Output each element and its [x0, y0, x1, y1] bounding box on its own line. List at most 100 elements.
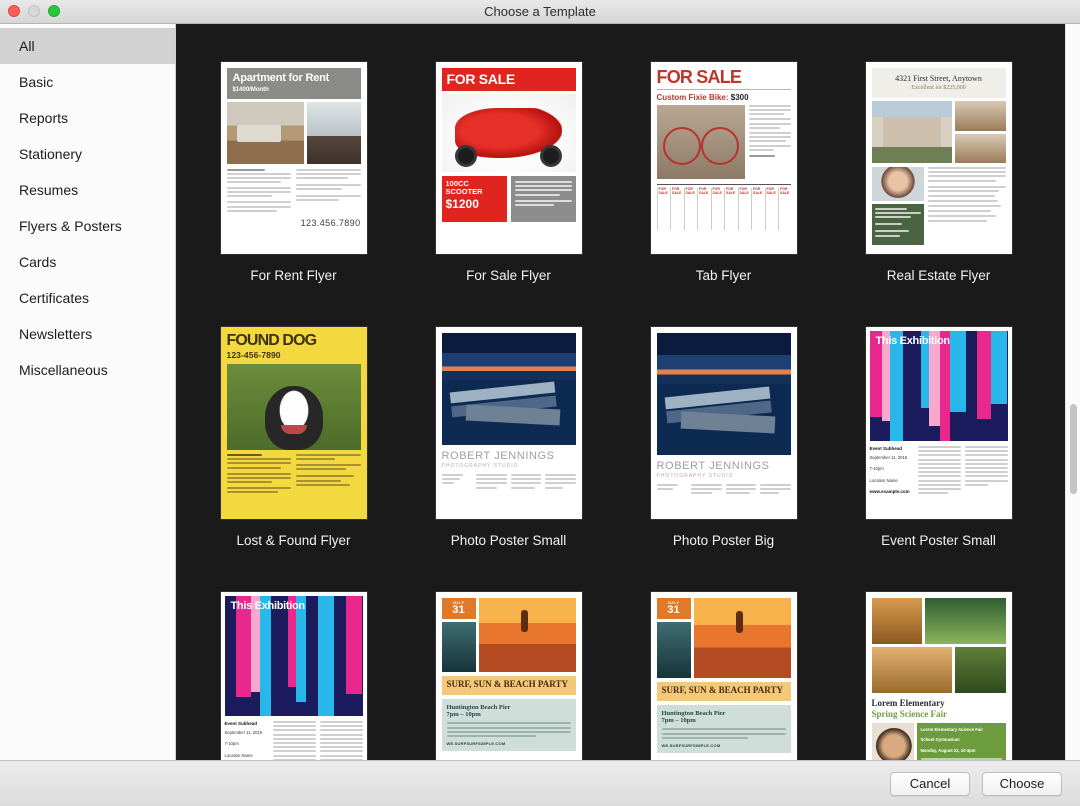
- sidebar-item-certificates[interactable]: Certificates: [0, 280, 175, 316]
- event-date-badge: JULY 31: [442, 598, 476, 619]
- divider: [657, 89, 791, 90]
- template-thumbnail[interactable]: FOR SALE Custom Fixie Bike: $300: [651, 62, 797, 254]
- event-section-label: Event Subhead: [870, 446, 914, 451]
- sidebar-item-miscellaneous[interactable]: Miscellaneous: [0, 352, 175, 388]
- choose-button[interactable]: Choose: [982, 772, 1062, 796]
- poster-price: $300: [731, 93, 749, 102]
- event-time: 7pm – 10pm: [447, 711, 571, 718]
- interior-photo-2: [955, 134, 1005, 164]
- template-thumbnail[interactable]: This Exhibition Event Subhead September …: [221, 592, 367, 760]
- poster-body: [657, 484, 791, 497]
- template-label: For Sale Flyer: [466, 268, 551, 283]
- template-card-tab-flyer[interactable]: FOR SALE Custom Fixie Bike: $300: [616, 62, 831, 283]
- agent-photo: [872, 167, 924, 201]
- template-thumbnail[interactable]: JULY 31 SURF, SUN & BEACH PARTY: [436, 592, 582, 760]
- poster-heading: FOR SALE: [442, 68, 576, 91]
- cancel-button[interactable]: Cancel: [890, 772, 970, 796]
- sidebar-item-stationery[interactable]: Stationery: [0, 136, 175, 172]
- poster-body-left: [227, 169, 292, 215]
- template-label: Lost & Found Flyer: [236, 533, 350, 548]
- sidebar-item-label: Flyers & Posters: [19, 218, 122, 234]
- agent-contact-box: [872, 204, 924, 245]
- template-card-party-poster-small[interactable]: JULY 31 SURF, SUN & BEACH PARTY: [401, 592, 616, 760]
- poster-price-box: 100CC SCOOTER $1200: [442, 176, 507, 222]
- template-card-party-poster-big[interactable]: JULY 31 SURF, SUN & BEACH PARTY: [616, 592, 831, 760]
- poster-heading: SURF, SUN & BEACH PARTY: [447, 680, 571, 690]
- sidebar-item-flyers-posters[interactable]: Flyers & Posters: [0, 208, 175, 244]
- template-card-photo-poster-big[interactable]: ROBERT JENNINGS PHOTOGRAPHY STUDIO Photo…: [616, 327, 831, 548]
- poster-heading: FOUND DOG: [227, 333, 361, 349]
- window-body: All Basic Reports Stationery Resumes Fly…: [0, 24, 1080, 760]
- sidebar-item-label: Certificates: [19, 290, 89, 306]
- poster-info-box: Huntington Beach Pier 7pm – 10pm WE.SURF…: [442, 699, 576, 752]
- event-date-badge: JULY 31: [657, 598, 691, 619]
- poster-heading: FOR SALE: [657, 68, 791, 86]
- template-card-for-rent-flyer[interactable]: Apartment for Rent $1400/Month: [186, 62, 401, 283]
- poster-heading: ROBERT JENNINGS: [442, 450, 576, 462]
- event-venue: Huntington Beach Pier: [662, 710, 786, 717]
- event-time: 7-10pm: [870, 466, 914, 472]
- scooter-photo: [442, 94, 576, 172]
- template-grid: Apartment for Rent $1400/Month: [176, 24, 1080, 760]
- template-card-photo-poster-small[interactable]: ROBERT JENNINGS PHOTOGRAPHY STUDIO Photo…: [401, 327, 616, 548]
- science-photo-4: [955, 647, 1005, 693]
- poster-subheading: Spring Science Fair: [872, 709, 1006, 719]
- template-thumbnail[interactable]: Lorem Elementary Spring Science Fair Lor…: [866, 592, 1012, 760]
- sidebar-item-resumes[interactable]: Resumes: [0, 172, 175, 208]
- template-card-real-estate-flyer[interactable]: 4321 First Street, Anytown Excellent lot…: [831, 62, 1046, 283]
- poster-heading: SURF, SUN & BEACH PARTY: [662, 686, 786, 696]
- event-url: WE.SURFSURFSIMPLE.COM: [662, 743, 786, 748]
- template-card-lost-found-flyer[interactable]: FOUND DOG 123-456-7890: [186, 327, 401, 548]
- template-thumbnail[interactable]: FOR SALE 100CC SCOOTER $1200: [436, 62, 582, 254]
- poster-body-left: [227, 454, 292, 495]
- template-thumbnail[interactable]: Apartment for Rent $1400/Month: [221, 62, 367, 254]
- poster-body: [442, 474, 576, 491]
- science-photo-3: [872, 647, 953, 693]
- template-thumbnail[interactable]: ROBERT JENNINGS PHOTOGRAPHY STUDIO: [436, 327, 582, 519]
- event-day: 31: [657, 605, 691, 616]
- dialog-footer: Cancel Choose: [0, 760, 1080, 806]
- poster-photos: [872, 101, 1006, 163]
- sidebar-item-cards[interactable]: Cards: [0, 244, 175, 280]
- template-card-for-sale-flyer[interactable]: FOR SALE 100CC SCOOTER $1200: [401, 62, 616, 283]
- dog-shape: [265, 386, 323, 450]
- sidebar-item-reports[interactable]: Reports: [0, 100, 175, 136]
- poster-body: [918, 446, 1008, 498]
- template-card-event-poster-big[interactable]: This Exhibition Event Subhead September …: [186, 592, 401, 760]
- template-card-event-poster-small[interactable]: This Exhibition Event Subhead September …: [831, 327, 1046, 548]
- poster-phone: 123.456.7890: [227, 218, 361, 228]
- poster-body: [749, 105, 791, 179]
- sidebar-item-label: Miscellaneous: [19, 362, 108, 378]
- pull-tabs-strip: FORSALEFORSALE FORSALEFORSALE FORSALEFOR…: [657, 184, 791, 230]
- pier-photo: [657, 333, 791, 455]
- sidebar-item-label: All: [19, 38, 35, 54]
- interior-photo-1: [955, 101, 1005, 131]
- event-date: September 11, 2015: [870, 455, 914, 461]
- poster-phone: 123-456-7890: [227, 350, 361, 360]
- scooter-wheel-front: [455, 145, 477, 167]
- poster-info-box: Huntington Beach Pier 7pm – 10pm WE.SURF…: [657, 705, 791, 753]
- gallery-scrollbar[interactable]: [1065, 24, 1080, 760]
- template-thumbnail[interactable]: FOUND DOG 123-456-7890: [221, 327, 367, 519]
- event-url: www.example.com: [870, 489, 914, 494]
- template-thumbnail[interactable]: ROBERT JENNINGS PHOTOGRAPHY STUDIO: [651, 327, 797, 519]
- template-thumbnail[interactable]: JULY 31 SURF, SUN & BEACH PARTY: [651, 592, 797, 760]
- living-room-photo: [227, 102, 305, 164]
- sidebar-item-newsletters[interactable]: Newsletters: [0, 316, 175, 352]
- template-card-school-poster-small[interactable]: Lorem Elementary Spring Science Fair Lor…: [831, 592, 1046, 760]
- poster-heading: ROBERT JENNINGS: [657, 460, 791, 472]
- science-photo-1: [872, 598, 922, 644]
- template-thumbnail[interactable]: This Exhibition Event Subhead September …: [866, 327, 1012, 519]
- surfer-photo-small: [657, 622, 691, 678]
- sidebar-item-basic[interactable]: Basic: [0, 64, 175, 100]
- event-location: Location Name: [225, 753, 269, 759]
- template-thumbnail[interactable]: 4321 First Street, Anytown Excellent lot…: [866, 62, 1012, 254]
- scrollbar-thumb[interactable]: [1070, 404, 1077, 494]
- poster-description: [511, 176, 576, 222]
- poster-body-right: [296, 454, 361, 495]
- template-gallery[interactable]: Apartment for Rent $1400/Month: [176, 24, 1080, 760]
- sidebar-item-all[interactable]: All: [0, 28, 175, 64]
- poster-info-box: Lorem Elementary Science Fair School Gym…: [917, 723, 1006, 760]
- bicycle-photo: [657, 105, 745, 179]
- event-url: WE.SURFSURFSIMPLE.COM: [447, 741, 571, 746]
